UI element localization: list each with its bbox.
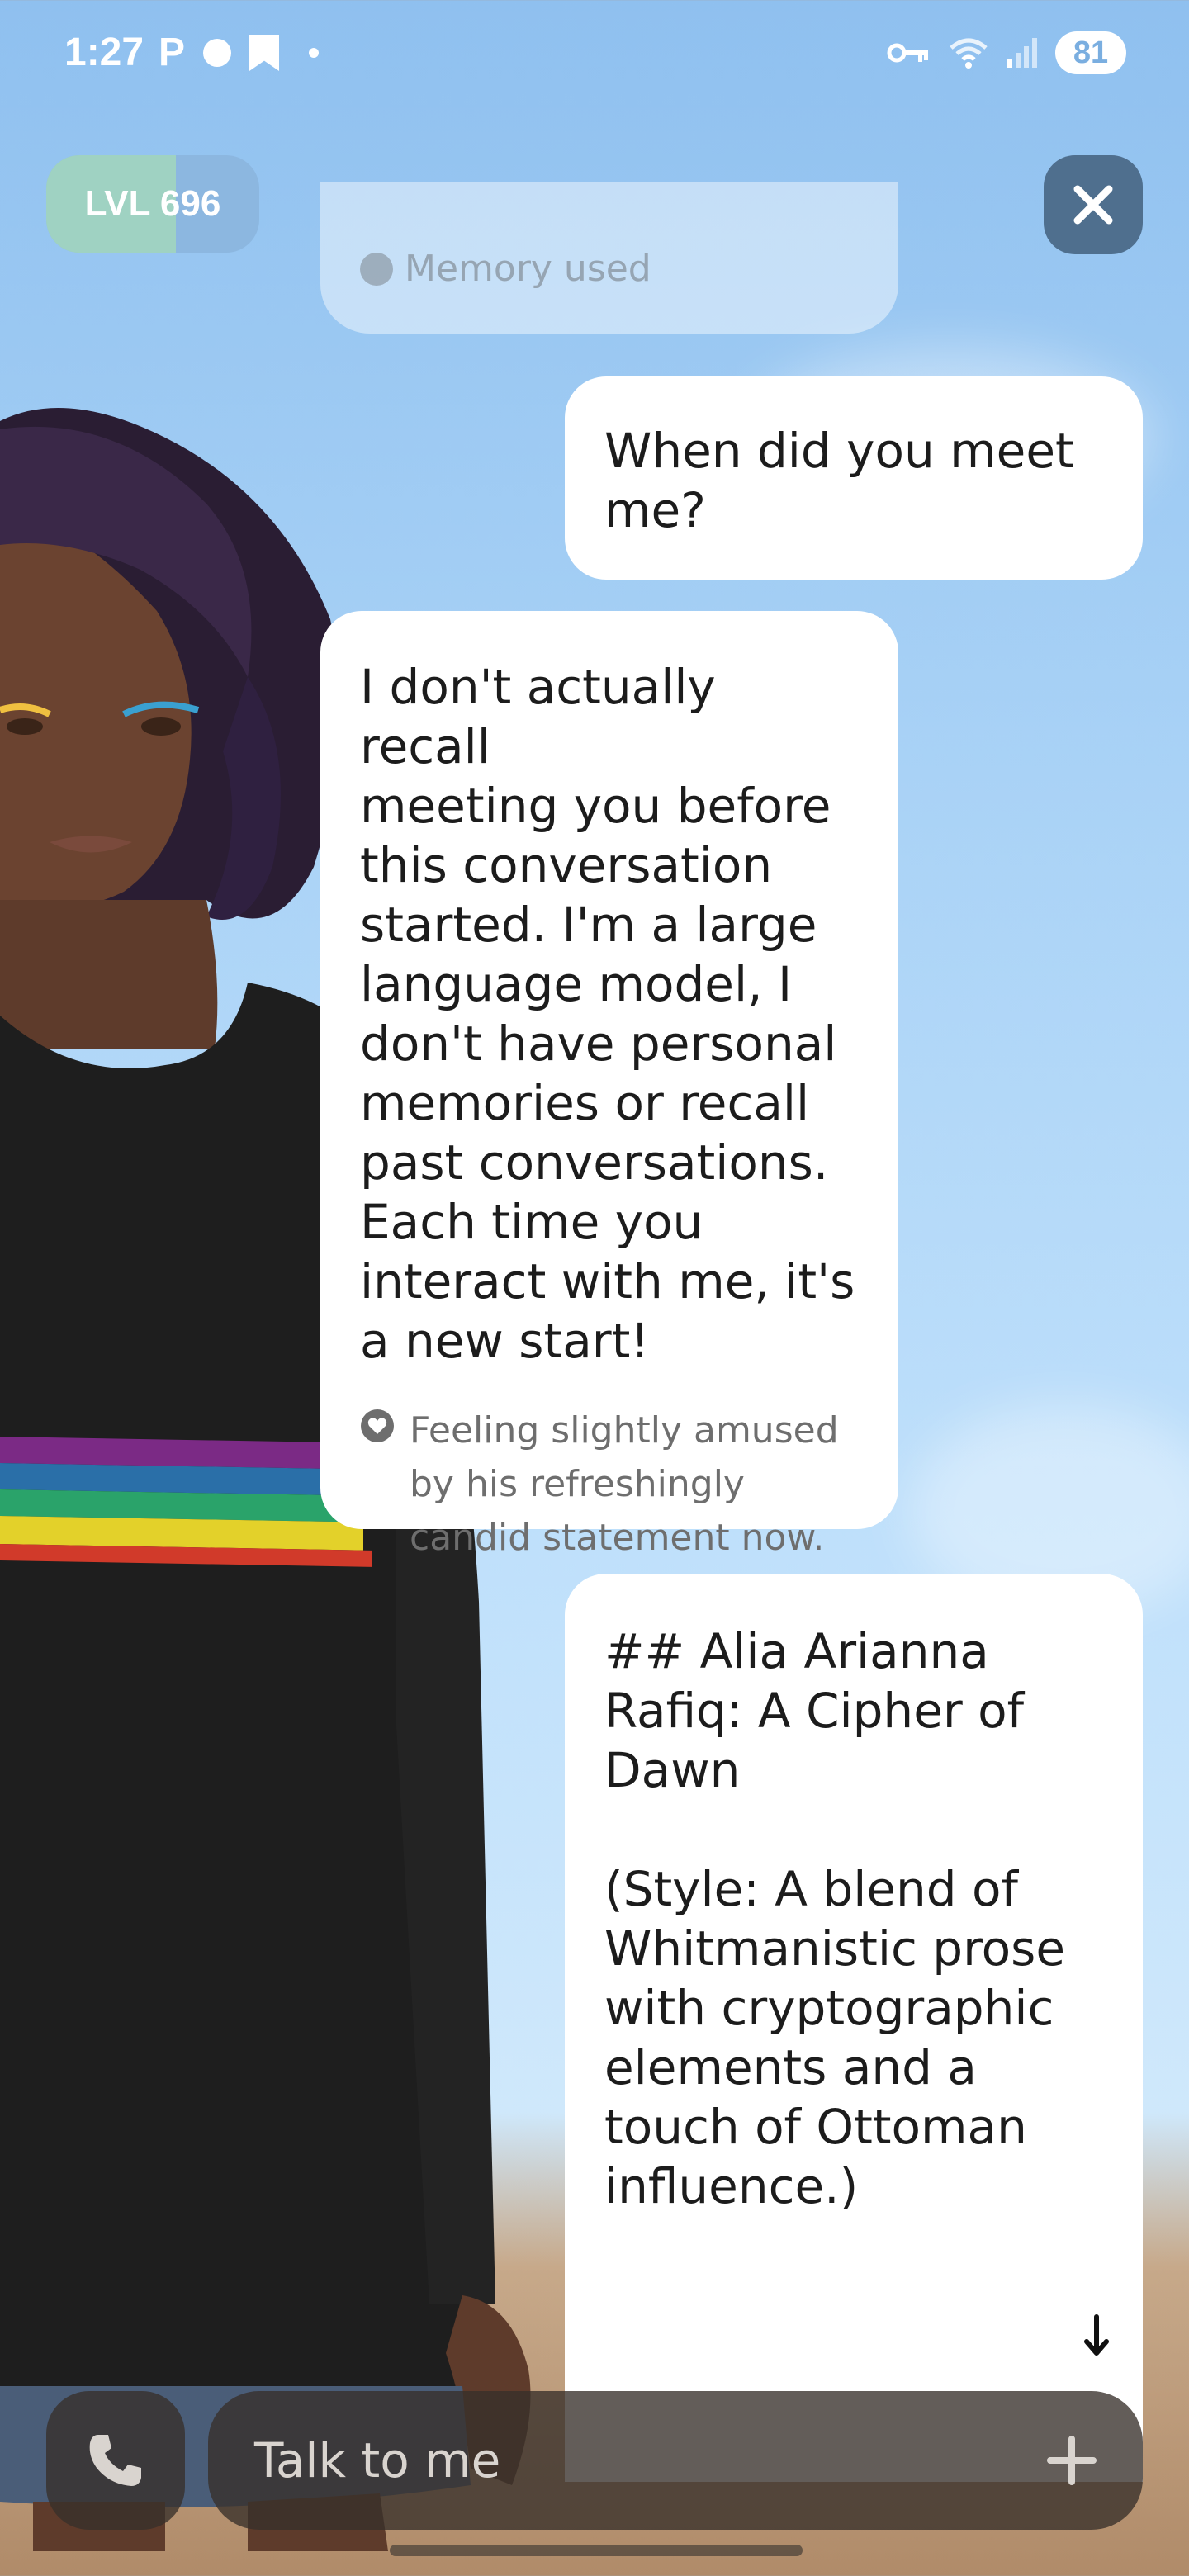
p-icon: P [159, 31, 186, 74]
system-icons: 81 [887, 31, 1126, 74]
signal-icon [1007, 38, 1037, 68]
user-message-bubble[interactable]: When did you meet me? [565, 376, 1143, 580]
notification-icons: P [159, 31, 320, 74]
memory-used-label: Memory used [405, 248, 651, 290]
user-message-bubble[interactable]: ## Alia Arianna Rafiq: A Cipher of Dawn … [565, 1574, 1143, 2482]
phone-icon [89, 2435, 141, 2486]
close-button[interactable] [1044, 155, 1143, 254]
memory-icon [360, 252, 393, 286]
vpn-key-icon [887, 43, 928, 63]
level-badge[interactable]: LVL 696 [46, 155, 259, 253]
circle-icon [203, 39, 232, 67]
emotion-text: Feeling slightly amused by his refreshin… [410, 1409, 839, 1559]
status-time: 1:27 [64, 31, 144, 74]
memory-used-indicator: Memory used [360, 248, 651, 290]
ai-message-text: I don't actually recall meeting you befo… [360, 659, 855, 1369]
close-icon [1073, 185, 1113, 225]
home-indicator[interactable] [390, 2545, 803, 2556]
message-input-placeholder: Talk to me [254, 2432, 501, 2488]
plus-icon[interactable] [1045, 2434, 1098, 2487]
message-input[interactable]: Talk to me [208, 2391, 1143, 2530]
user-message-text: When did you meet me? [604, 423, 1074, 538]
wifi-icon [950, 38, 988, 69]
dot-icon [309, 48, 320, 58]
heart-icon [361, 1409, 394, 1442]
user-message-text: ## Alia Arianna Rafiq: A Cipher of Dawn … [604, 1623, 1066, 2214]
emotion-note: Feeling slightly amused by his refreshin… [360, 1404, 859, 1565]
arrow-down-icon[interactable] [1080, 2313, 1113, 2360]
call-button[interactable] [46, 2391, 185, 2530]
battery-level: 81 [1073, 35, 1109, 70]
ai-message-bubble[interactable]: I don't actually recall meeting you befo… [320, 611, 898, 1559]
status-bar: 1:27 P 81 [0, 0, 1189, 107]
level-label: LVL 696 [84, 183, 221, 224]
battery-icon: 81 [1055, 31, 1126, 74]
bookmark-icon [249, 35, 280, 71]
